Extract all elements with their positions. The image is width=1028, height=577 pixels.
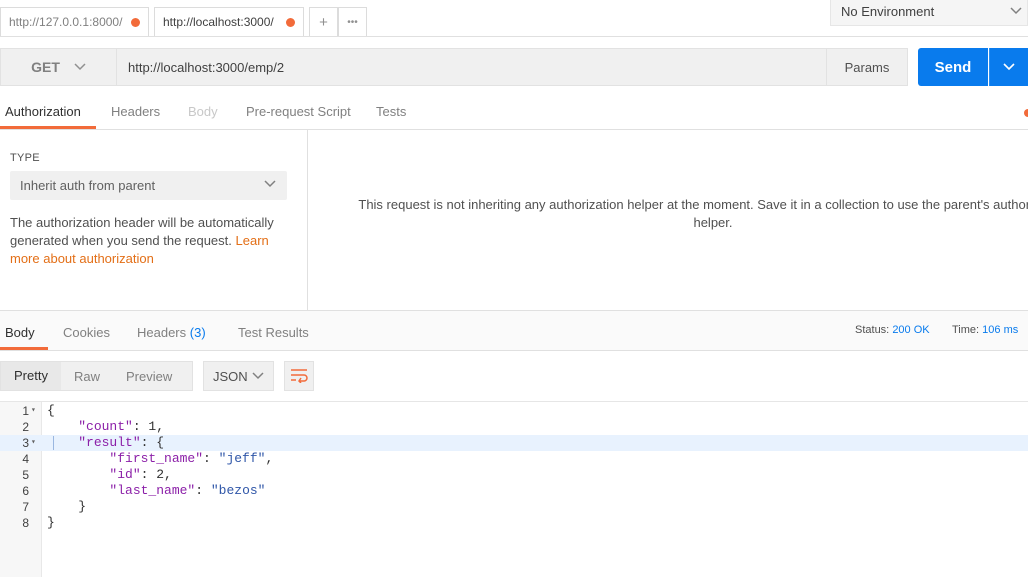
code-text: } xyxy=(47,499,87,514)
unsaved-dot-icon xyxy=(131,18,140,27)
line-number: 5 xyxy=(22,468,29,482)
chevron-down-icon xyxy=(74,59,86,75)
response-body-editor[interactable]: 1 ▾{2 "count": 1, 3 ▾ "result": {4 "first_n… xyxy=(0,401,1028,577)
code-line: 3 ▾ "result": { xyxy=(0,435,1028,451)
active-tab-indicator xyxy=(0,347,48,350)
environment-select[interactable]: No Environment xyxy=(830,0,1028,26)
auth-description: The authorization header will be automat… xyxy=(10,214,285,268)
auth-type-select[interactable]: Inherit auth from parent xyxy=(10,171,287,200)
code-text: { xyxy=(47,403,55,418)
code-text: "first_name": "jeff", xyxy=(109,451,274,466)
auth-description-text: The authorization header will be automat… xyxy=(10,215,274,248)
line-number: 1 xyxy=(22,404,29,418)
fold-toggle-icon[interactable]: ▾ xyxy=(31,403,36,419)
code-text: "id": 2, xyxy=(109,467,172,482)
line-number: 6 xyxy=(22,484,29,498)
headers-label: Headers xyxy=(137,325,187,340)
format-select[interactable]: JSON xyxy=(203,361,274,391)
chevron-down-icon xyxy=(1009,3,1023,20)
line-number: 4 xyxy=(22,452,29,466)
text-cursor xyxy=(53,436,54,450)
response-tab-test-results[interactable]: Test Results xyxy=(238,325,309,340)
wrap-icon xyxy=(289,367,309,386)
status-label: Status: xyxy=(855,324,890,336)
method-label: GET xyxy=(31,59,60,75)
code-text: } xyxy=(47,515,55,530)
unsaved-dot-icon xyxy=(286,18,295,27)
tab-pre-request-script[interactable]: Pre-request Script xyxy=(246,104,351,119)
tab-label: http://localhost:3000/ xyxy=(163,15,274,29)
tab-tests[interactable]: Tests xyxy=(376,104,406,119)
auth-type-value: Inherit auth from parent xyxy=(20,178,156,193)
type-label: TYPE xyxy=(10,152,40,164)
time-value: 106 ms xyxy=(982,324,1019,336)
tab-body[interactable]: Body xyxy=(188,104,218,119)
code-text: "result": { xyxy=(78,435,165,450)
code-line: 8} xyxy=(0,515,1028,531)
active-tab-indicator xyxy=(0,126,96,129)
code-line: 2 "count": 1, xyxy=(0,419,1028,435)
headers-count: (3) xyxy=(189,325,206,340)
request-tab[interactable]: http://127.0.0.1:8000/ xyxy=(0,7,149,36)
status-value: 200 OK xyxy=(892,324,930,336)
plus-icon: + xyxy=(319,13,328,31)
code-line: 1 ▾ { xyxy=(0,403,1028,419)
more-icon: ••• xyxy=(347,16,358,28)
method-select[interactable]: GET xyxy=(0,48,117,86)
response-tab-cookies[interactable]: Cookies xyxy=(63,325,110,340)
tab-label: http://127.0.0.1:8000/ xyxy=(9,15,123,29)
code-text: "count": 1, xyxy=(78,419,165,434)
view-raw-button[interactable]: Raw xyxy=(61,369,113,384)
chevron-down-icon xyxy=(1003,60,1015,75)
view-mode-group: Pretty Raw Preview xyxy=(0,361,193,391)
chevron-down-icon xyxy=(252,369,264,384)
cookies-indicator-icon xyxy=(1024,109,1028,117)
code-line: 7 } xyxy=(0,499,1028,515)
response-tab-body[interactable]: Body xyxy=(5,325,35,340)
time-indicator: Time: 106 ms xyxy=(952,324,1018,336)
code-line: 5 "id": 2, xyxy=(0,467,1028,483)
fold-toggle-icon[interactable]: ▾ xyxy=(31,435,36,451)
tab-options-button[interactable]: ••• xyxy=(338,7,367,36)
line-number: 2 xyxy=(22,420,29,434)
response-tab-headers[interactable]: Headers (3) xyxy=(137,325,206,340)
auth-message: This request is not inheriting any autho… xyxy=(358,197,1028,230)
environment-label: No Environment xyxy=(841,4,935,19)
status-indicator: Status: 200 OK xyxy=(855,324,930,336)
tab-authorization[interactable]: Authorization xyxy=(5,104,81,119)
line-number: 8 xyxy=(22,516,29,530)
view-pretty-button[interactable]: Pretty xyxy=(1,362,61,390)
auth-message-panel: This request is not inheriting any autho… xyxy=(308,130,1028,310)
wrap-lines-button[interactable] xyxy=(284,361,314,391)
time-label: Time: xyxy=(952,324,980,336)
request-tab-active[interactable]: http://localhost:3000/ xyxy=(154,7,304,36)
send-button[interactable]: Send xyxy=(918,48,988,86)
params-button[interactable]: Params xyxy=(826,48,908,86)
code-text: "last_name": "bezos" xyxy=(109,483,266,498)
url-input[interactable]: http://localhost:3000/emp/2 xyxy=(116,48,827,86)
new-tab-button[interactable]: + xyxy=(309,7,338,36)
line-number: 7 xyxy=(22,500,29,514)
view-preview-button[interactable]: Preview xyxy=(113,369,185,384)
line-number: 3 xyxy=(22,436,29,450)
code-line: 4 "first_name": "jeff", xyxy=(0,451,1028,467)
chevron-down-icon xyxy=(263,176,277,193)
send-options-button[interactable] xyxy=(989,48,1028,86)
format-label: JSON xyxy=(213,368,248,384)
tab-headers[interactable]: Headers xyxy=(111,104,160,119)
code-line: 6 "last_name": "bezos" xyxy=(0,483,1028,499)
